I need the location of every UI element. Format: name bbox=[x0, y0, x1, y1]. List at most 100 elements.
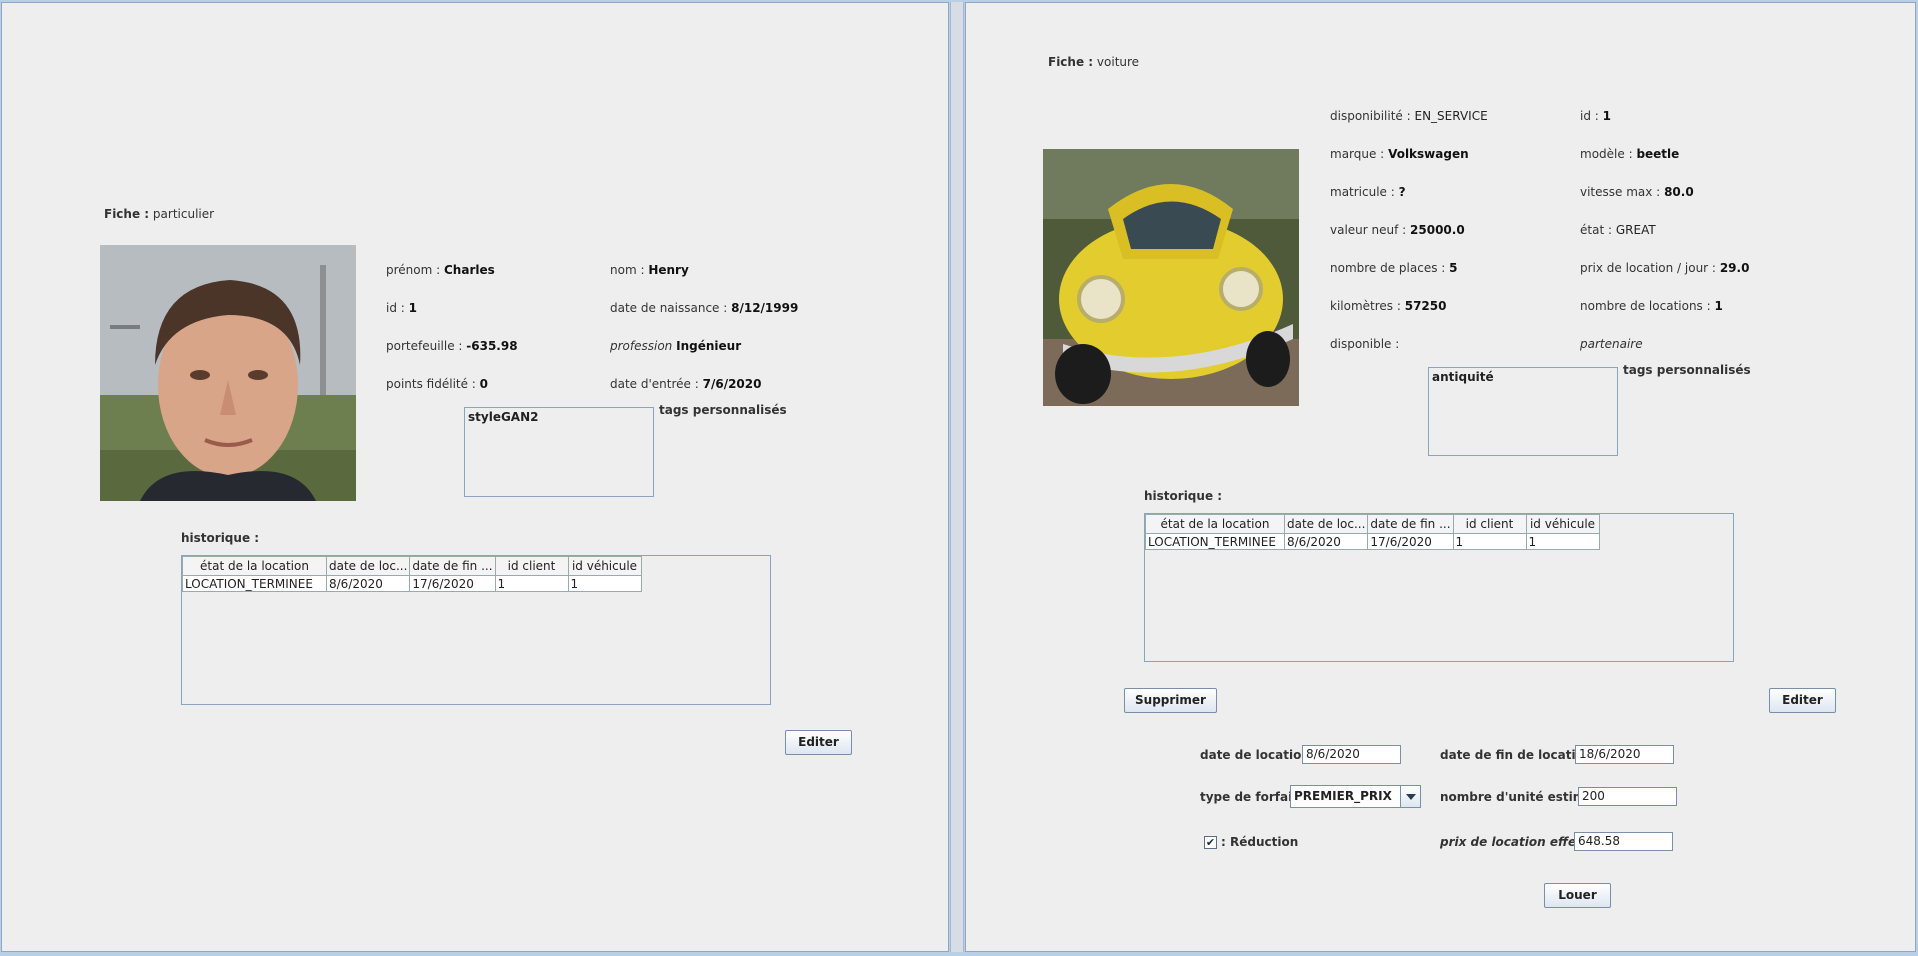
portefeuille-value: -635.98 bbox=[466, 339, 518, 353]
cell-date-fin[interactable]: 17/6/2020 bbox=[1367, 533, 1454, 550]
vitesse-label: vitesse max : bbox=[1580, 185, 1661, 199]
profession-value: Ingénieur bbox=[676, 339, 742, 353]
fiche-title: Fiche : particulier bbox=[104, 207, 214, 221]
col-id-vehicule[interactable]: id véhicule bbox=[1525, 514, 1600, 534]
edit-client-button[interactable]: Editer bbox=[785, 730, 852, 755]
unite-field[interactable]: 200 bbox=[1578, 787, 1677, 806]
col-date-fin[interactable]: date de fin ... bbox=[409, 556, 496, 576]
marque-label: marque : bbox=[1330, 147, 1385, 161]
vitesse-value: 80.0 bbox=[1664, 185, 1694, 199]
fiche-type: particulier bbox=[152, 207, 215, 221]
prix-jour-label: prix de location / jour : bbox=[1580, 261, 1716, 275]
entree-row: date d'entrée : 7/6/2020 bbox=[610, 377, 761, 391]
marque-row: marque : Volkswagen bbox=[1330, 147, 1469, 161]
tags-textarea[interactable]: antiquité bbox=[1428, 367, 1618, 456]
col-date-fin[interactable]: date de fin ... bbox=[1367, 514, 1454, 534]
prenom-label: prénom : bbox=[386, 263, 441, 277]
fiche-label: Fiche : bbox=[104, 207, 150, 221]
tags-textarea[interactable]: styleGAN2 bbox=[464, 407, 654, 497]
valeur-value: 25000.0 bbox=[1410, 223, 1465, 237]
date-fin-field[interactable]: 18/6/2020 bbox=[1575, 745, 1674, 764]
nb-locations-value: 1 bbox=[1714, 299, 1723, 313]
col-id-client[interactable]: id client bbox=[494, 556, 569, 576]
cell-id-client[interactable]: 1 bbox=[494, 575, 569, 592]
nb-locations-row: nombre de locations : 1 bbox=[1580, 299, 1723, 313]
cell-id-vehicule[interactable]: 1 bbox=[567, 575, 642, 592]
profession-row: profession Ingénieur bbox=[610, 339, 741, 353]
etat-value: GREAT bbox=[1615, 223, 1656, 237]
id-row: id : 1 bbox=[1580, 109, 1611, 123]
vehicle-photo bbox=[1043, 149, 1299, 406]
col-etat[interactable]: état de la location bbox=[1145, 514, 1285, 534]
nom-value: Henry bbox=[648, 263, 689, 277]
forfait-select[interactable]: PREMIER_PRIX bbox=[1290, 785, 1421, 808]
etat-label: état : bbox=[1580, 223, 1613, 237]
fiche-type: voiture bbox=[1096, 55, 1140, 69]
forfait-selected: PREMIER_PRIX bbox=[1294, 789, 1392, 803]
col-id-vehicule[interactable]: id véhicule bbox=[567, 556, 642, 576]
nom-row: nom : Henry bbox=[610, 263, 689, 277]
portefeuille-label: portefeuille : bbox=[386, 339, 463, 353]
matricule-row: matricule : ? bbox=[1330, 185, 1406, 199]
modele-row: modèle : beetle bbox=[1580, 147, 1679, 161]
vitesse-row: vitesse max : 80.0 bbox=[1580, 185, 1694, 199]
historique-label: historique : bbox=[181, 531, 260, 545]
prenom-row: prénom : Charles bbox=[386, 263, 495, 277]
cell-date-fin[interactable]: 17/6/2020 bbox=[409, 575, 496, 592]
portefeuille-row: portefeuille : -635.98 bbox=[386, 339, 518, 353]
table-row[interactable]: LOCATION_TERMINEE 8/6/2020 17/6/2020 1 1 bbox=[182, 575, 642, 592]
fiche-label: Fiche : bbox=[1048, 55, 1094, 69]
edit-vehicle-button[interactable]: Editer bbox=[1769, 688, 1836, 713]
cell-date-loc[interactable]: 8/6/2020 bbox=[1283, 533, 1369, 550]
id-value: 1 bbox=[408, 301, 417, 315]
table-header-row: état de la location date de loc... date … bbox=[1145, 514, 1600, 534]
disponibilite-row: disponibilité : EN_SERVICE bbox=[1330, 109, 1488, 123]
cell-id-vehicule[interactable]: 1 bbox=[1525, 533, 1600, 550]
valeur-row: valeur neuf : 25000.0 bbox=[1330, 223, 1465, 237]
date-location-field[interactable]: 8/6/2020 bbox=[1302, 745, 1401, 764]
id-value: 1 bbox=[1602, 109, 1611, 123]
modele-value: beetle bbox=[1636, 147, 1680, 161]
chevron-down-icon[interactable] bbox=[1400, 786, 1420, 807]
historique-grid[interactable]: état de la location date de loc... date … bbox=[1145, 514, 1600, 550]
col-etat[interactable]: état de la location bbox=[182, 556, 327, 576]
points-value: 0 bbox=[479, 377, 489, 391]
profession-label: profession bbox=[610, 339, 673, 353]
points-row: points fidélité : 0 bbox=[386, 377, 488, 391]
modele-label: modèle : bbox=[1580, 147, 1633, 161]
historique-table[interactable]: état de la location date de loc... date … bbox=[1144, 513, 1734, 662]
nom-label: nom : bbox=[610, 263, 645, 277]
col-date-loc[interactable]: date de loc... bbox=[1283, 514, 1369, 534]
client-photo bbox=[100, 245, 356, 501]
client-panel: Fiche : particulier prénom : Charles nom… bbox=[1, 2, 949, 952]
prix-effectif-field[interactable]: 648.58 bbox=[1574, 832, 1673, 851]
date-location-label: date de location : bbox=[1200, 748, 1319, 762]
delete-button[interactable]: Supprimer bbox=[1124, 688, 1217, 713]
disponibilite-label: disponibilité : bbox=[1330, 109, 1411, 123]
cell-etat[interactable]: LOCATION_TERMINEE bbox=[1145, 533, 1285, 550]
table-row[interactable]: LOCATION_TERMINEE 8/6/2020 17/6/2020 1 1 bbox=[1145, 533, 1600, 550]
nb-locations-label: nombre de locations : bbox=[1580, 299, 1711, 313]
louer-button[interactable]: Louer bbox=[1544, 883, 1611, 908]
matricule-label: matricule : bbox=[1330, 185, 1395, 199]
partenaire-row: partenaire bbox=[1580, 337, 1643, 351]
historique-grid[interactable]: état de la location date de loc... date … bbox=[182, 556, 642, 592]
reduction-label: : Réduction bbox=[1221, 835, 1299, 849]
naissance-value: 8/12/1999 bbox=[731, 301, 799, 315]
places-value: 5 bbox=[1449, 261, 1458, 275]
table-header-row: état de la location date de loc... date … bbox=[182, 556, 642, 576]
id-label: id : bbox=[386, 301, 405, 315]
km-label: kilomètres : bbox=[1330, 299, 1401, 313]
split-divider[interactable] bbox=[950, 2, 964, 952]
id-row: id : 1 bbox=[386, 301, 417, 315]
cell-etat[interactable]: LOCATION_TERMINEE bbox=[182, 575, 327, 592]
col-date-loc[interactable]: date de loc... bbox=[325, 556, 411, 576]
places-label: nombre de places : bbox=[1330, 261, 1446, 275]
col-id-client[interactable]: id client bbox=[1452, 514, 1527, 534]
prix-jour-row: prix de location / jour : 29.0 bbox=[1580, 261, 1749, 275]
cell-date-loc[interactable]: 8/6/2020 bbox=[325, 575, 411, 592]
reduction-checkbox[interactable]: ✔ bbox=[1204, 836, 1217, 849]
cell-id-client[interactable]: 1 bbox=[1452, 533, 1527, 550]
historique-label: historique : bbox=[1144, 489, 1223, 503]
historique-table[interactable]: état de la location date de loc... date … bbox=[181, 555, 771, 705]
